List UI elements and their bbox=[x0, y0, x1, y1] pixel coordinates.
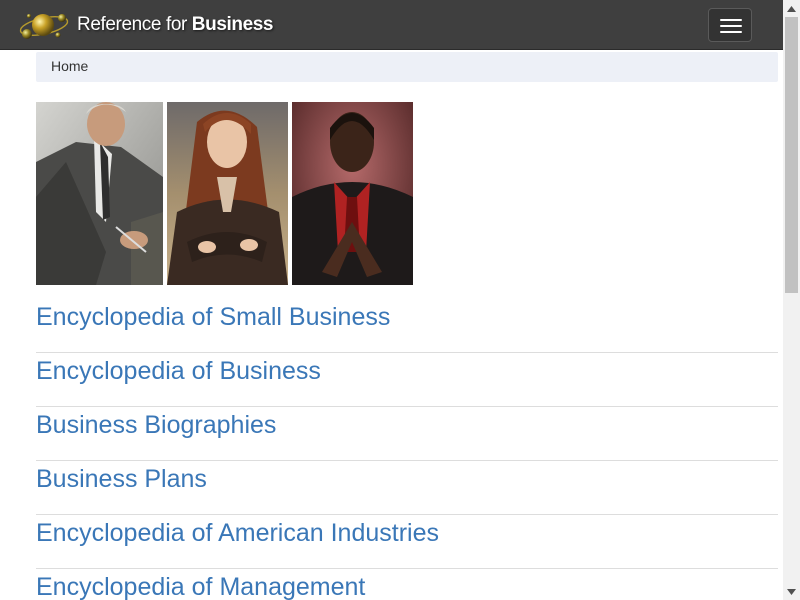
link-business-plans[interactable]: Business Plans bbox=[36, 465, 207, 494]
businessman-writing-photo bbox=[36, 102, 163, 285]
list-item: Encyclopedia of American Industries bbox=[36, 516, 778, 569]
scrollbar-thumb[interactable] bbox=[785, 17, 798, 293]
link-encyclopedia-of-small-business[interactable]: Encyclopedia of Small Business bbox=[36, 303, 390, 332]
scroll-down-arrow-icon[interactable] bbox=[783, 583, 800, 600]
link-encyclopedia-of-business[interactable]: Encyclopedia of Business bbox=[36, 357, 321, 386]
link-business-biographies[interactable]: Business Biographies bbox=[36, 411, 276, 440]
list-item: Business Biographies bbox=[36, 408, 778, 461]
page: Reference for Business Home Encyclopedia… bbox=[0, 0, 800, 600]
businessman-steepled-hands-photo bbox=[292, 102, 413, 285]
brand-title-bold: Business bbox=[191, 14, 274, 35]
top-navbar: Reference for Business bbox=[0, 0, 783, 50]
list-item: Encyclopedia of Business bbox=[36, 354, 778, 407]
list-item: Encyclopedia of Small Business bbox=[36, 300, 778, 353]
list-item: Business Plans bbox=[36, 462, 778, 515]
vertical-scrollbar[interactable] bbox=[783, 0, 800, 600]
scroll-up-arrow-icon[interactable] bbox=[783, 0, 800, 17]
brand-title-prefix: Reference for bbox=[77, 14, 192, 35]
link-encyclopedia-of-american-industries[interactable]: Encyclopedia of American Industries bbox=[36, 519, 439, 548]
brand-link[interactable]: Reference for Business bbox=[18, 7, 273, 43]
businesswoman-arms-crossed-photo bbox=[167, 102, 288, 285]
breadcrumb: Home bbox=[36, 52, 778, 82]
reference-links-list: Encyclopedia of Small Business Encyclope… bbox=[36, 300, 778, 600]
breadcrumb-home[interactable]: Home bbox=[51, 58, 88, 74]
list-item: Encyclopedia of Management bbox=[36, 570, 778, 600]
menu-toggle-button[interactable] bbox=[708, 8, 752, 42]
golden-spheres-logo-icon bbox=[19, 14, 69, 39]
brand-title: Reference for Business bbox=[77, 14, 273, 36]
link-encyclopedia-of-management[interactable]: Encyclopedia of Management bbox=[36, 573, 365, 600]
